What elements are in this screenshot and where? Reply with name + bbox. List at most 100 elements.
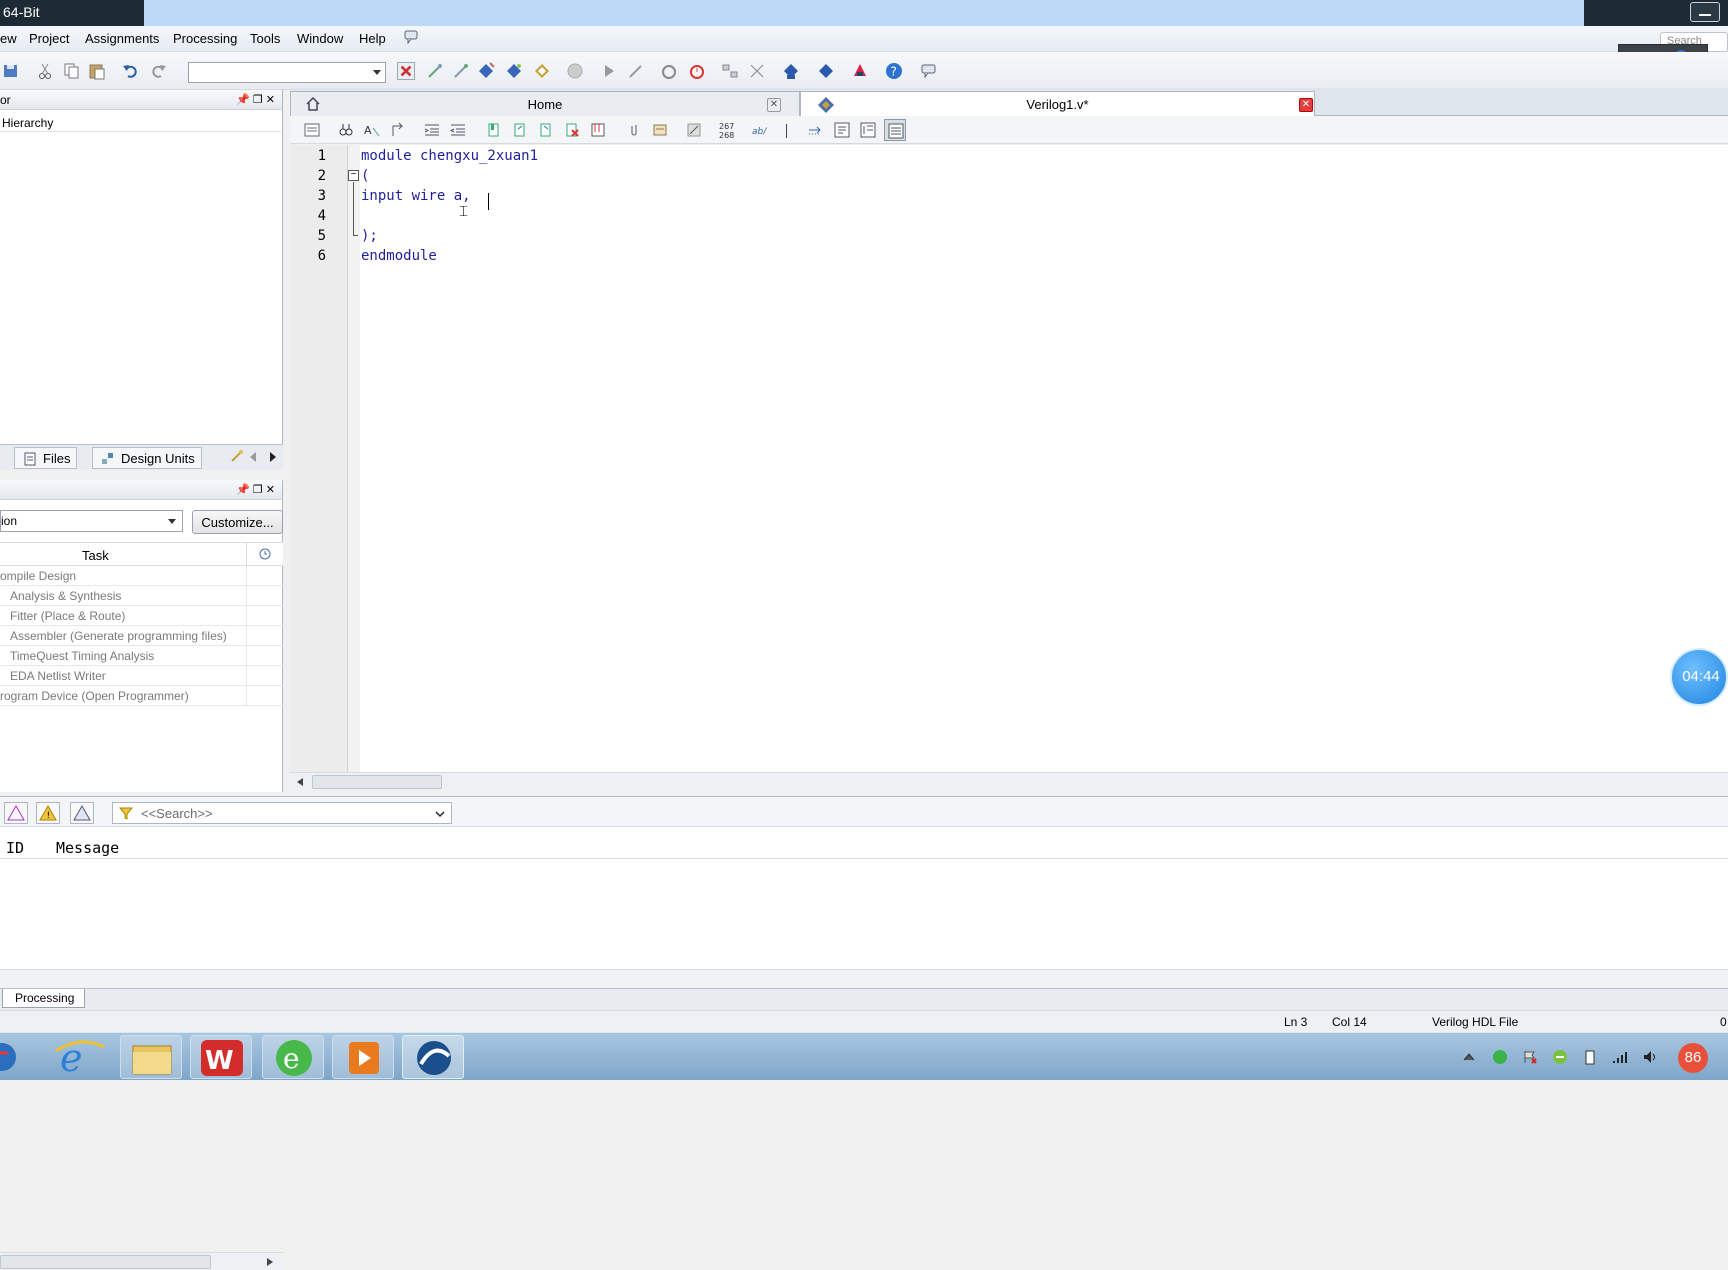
menu-window[interactable]: Window [297,31,343,46]
menu-tools[interactable]: Tools [250,31,280,46]
filter-info-button[interactable] [70,802,94,824]
tab-design-units[interactable]: Design Units [92,447,202,469]
attach-icon[interactable] [626,122,642,138]
fitter-icon[interactable] [505,62,523,80]
bookmark-icon[interactable] [486,122,502,138]
taskbar-explorer[interactable] [120,1035,182,1079]
recording-timer[interactable]: 04:44 [1670,648,1728,706]
editor-horizontal-scrollbar[interactable] [290,772,1728,790]
tab-verilog-file[interactable]: Verilog1.v* ✕ [800,91,1315,117]
analysis-elaboration-icon[interactable] [426,62,444,80]
filter-errors-button[interactable] [4,802,28,824]
chip-planner-icon[interactable] [748,62,766,80]
bookmark-list-icon[interactable] [590,122,606,138]
show-whitespace-icon[interactable] [860,122,876,138]
hierarchy-dropdown[interactable]: Hierarchy [0,114,281,132]
menu-help[interactable]: Help [359,31,386,46]
tray-flag-icon[interactable] [1522,1049,1538,1065]
tasks-horizontal-scrollbar[interactable] [0,1252,283,1270]
tab-arrow-icon[interactable] [808,122,824,138]
taskbar-wps[interactable]: W [190,1035,252,1079]
close-verilog-tab-button[interactable]: ✕ [1299,98,1313,112]
chevron-down-icon[interactable] [435,809,445,819]
unindent-icon[interactable] [450,122,466,138]
task-row[interactable]: EDA Netlist Writer [0,666,283,686]
programmer-icon[interactable] [817,62,835,80]
close-home-tab-button[interactable]: ✕ [767,98,781,112]
previous-bookmark-icon[interactable] [538,122,554,138]
revision-select[interactable] [188,62,386,83]
battery-icon[interactable] [1582,1049,1598,1065]
panel-controls[interactable]: 📌❐✕ [236,93,278,106]
scrollbar-thumb[interactable] [312,775,442,789]
taskbar-ie[interactable]: e [50,1035,112,1080]
show-line-numbers-icon[interactable] [304,122,320,138]
menu-view[interactable]: ew [0,31,17,46]
save-all-icon[interactable] [2,62,20,80]
timequest-icon[interactable] [688,62,706,80]
taskbar-media-player[interactable] [332,1035,394,1079]
pin-planner-icon[interactable] [782,62,800,80]
customize-button[interactable]: Customize... [192,510,283,534]
flow-select[interactable]: ion [0,510,183,532]
paste-icon[interactable] [88,62,106,80]
enhanced-view-icon[interactable] [884,119,906,141]
line-numbers-toggle-icon[interactable]: 267 268 [718,120,738,140]
task-row[interactable]: ompile Design [0,566,283,586]
analysis-synthesis-icon[interactable] [452,62,470,80]
taskbar-quartus[interactable] [402,1035,464,1079]
start-icon[interactable] [600,62,618,80]
stop-icon[interactable] [566,62,584,80]
minimize-button[interactable] [1690,2,1720,22]
task-row[interactable]: Assembler (Generate programming files) [0,626,283,646]
goto-line-icon[interactable] [390,122,406,138]
feedback-icon[interactable] [920,62,938,80]
task-row[interactable]: rogram Device (Open Programmer) [0,686,283,706]
find-icon[interactable] [338,122,354,138]
task-row[interactable]: Fitter (Place & Route) [0,606,283,626]
wrap-text-icon[interactable] [834,122,850,138]
tab-files[interactable]: Files [14,447,78,469]
find-replace-icon[interactable]: A [364,122,380,138]
signaltap-icon[interactable] [851,62,869,80]
start-button-icon[interactable] [0,1039,20,1075]
cut-icon[interactable] [36,62,54,80]
tab-scroll-left-icon[interactable] [246,449,260,465]
rtl-viewer-icon[interactable] [721,62,739,80]
ip-components-icon[interactable] [230,449,244,463]
step-icon[interactable] [627,62,645,80]
taskbar-browser[interactable]: e [262,1035,324,1079]
insert-template-icon[interactable] [652,122,668,138]
toggle-comment-icon[interactable] [686,122,702,138]
tab-home[interactable]: Home ✕ [290,91,800,117]
next-bookmark-icon[interactable] [512,122,528,138]
menu-assignments[interactable]: Assignments [85,31,159,46]
chat-icon[interactable] [404,30,418,44]
notification-badge[interactable]: 86 [1678,1043,1708,1073]
message-search-input[interactable]: <<Search>> [112,802,452,824]
copy-icon[interactable] [62,62,80,80]
show-hidden-icons-icon[interactable] [1461,1049,1477,1065]
tray-update-icon[interactable] [1552,1049,1568,1065]
fold-toggle[interactable]: − [348,170,359,181]
stop-processing-icon[interactable] [397,62,415,80]
menu-project[interactable]: Project [29,31,69,46]
scroll-left-icon[interactable] [296,777,304,787]
redo-icon[interactable] [150,62,168,80]
filter-warnings-button[interactable]: ! [36,802,60,824]
tab-scroll-right-icon[interactable] [266,449,280,465]
scroll-right-icon[interactable] [266,1257,274,1267]
clear-bookmarks-icon[interactable] [564,122,580,138]
tray-app-icon[interactable] [1492,1049,1508,1065]
messages-horizontal-scrollbar[interactable] [0,969,1728,989]
spell-check-icon[interactable]: ab/ [752,122,770,138]
panel-controls[interactable]: 📌❐✕ [236,483,278,496]
timing-analyzer-icon[interactable] [660,62,678,80]
task-row[interactable]: Analysis & Synthesis [0,586,283,606]
indent-icon[interactable] [424,122,440,138]
assembler-icon[interactable] [533,62,551,80]
help-icon[interactable]: ? [885,62,903,80]
code-editor[interactable]: module chengxu_2xuan1 ( input wire a, );… [360,145,1728,772]
tab-processing[interactable]: Processing [2,989,86,1008]
undo-icon[interactable] [121,62,139,80]
